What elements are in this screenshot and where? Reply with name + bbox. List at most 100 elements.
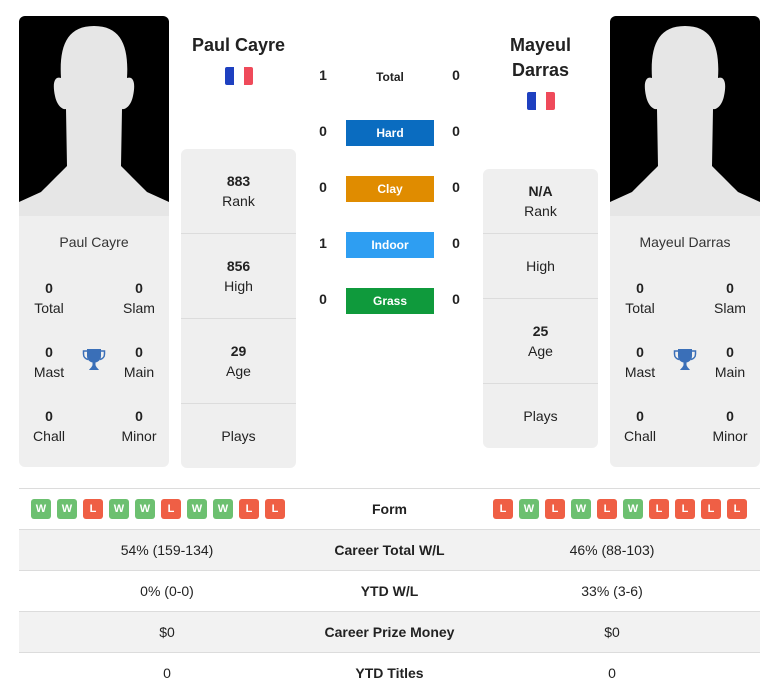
player2-card-name: Mayeul Darras [639,234,731,250]
form-win-badge[interactable]: W [623,499,643,519]
player2-card: Mayeul Darras 0 Total 0 Slam 0 Mast 0 Ma… [610,16,760,467]
titles-chall-value: 0 [636,408,644,424]
titles-mast-value: 0 [636,344,644,360]
player2-titles-mast: 0 Mast [610,342,670,382]
form-loss-badge[interactable]: L [597,499,617,519]
form-loss-badge[interactable]: L [727,499,747,519]
form-loss-badge[interactable]: L [493,499,513,519]
titles-mast-label: Mast [624,364,656,380]
surface-indoor-badge[interactable]: Indoor [346,232,434,258]
form-win-badge[interactable]: W [135,499,155,519]
player1-age: 29 Age [181,319,296,404]
ytd-wl-row: 0% (0-0) YTD W/L 33% (3-6) [19,570,760,611]
player1-name[interactable]: Paul Cayre [181,33,296,58]
player2-high: High [483,234,598,299]
titles-slam-value: 0 [135,280,143,296]
player1-rank: 883 Rank [181,149,296,234]
titles-mast-label: Mast [33,364,65,380]
form-win-badge[interactable]: W [571,499,591,519]
h2h-grass-p1: 0 [319,291,327,307]
form-win-badge[interactable]: W [187,499,207,519]
form-loss-badge[interactable]: L [675,499,695,519]
player1-photo [19,16,169,216]
france-flag-icon [527,92,555,110]
titles-main-label: Main [714,364,746,380]
titles-total-label: Total [34,300,64,316]
titles-minor-value: 0 [726,408,734,424]
player2-titles-slam: 0 Slam [700,278,760,318]
form-row: WWLWWLWWLL Form LWLWLWLLLL [19,488,760,529]
titles-chall-value: 0 [45,408,53,424]
player1-titles-chall: 0 Chall [19,406,79,446]
player1-titles-main: 0 Main [109,342,169,382]
player2-ytd-titles: 0 [608,665,616,681]
form-win-badge[interactable]: W [57,499,77,519]
player2-career-wl: 46% (88-103) [569,542,655,558]
player2-titles-main: 0 Main [700,342,760,382]
ytd-titles-row: 0 YTD Titles 0 [19,652,760,693]
player2-stats: N/A Rank High 25 Age Plays [483,169,598,448]
h2h-clay-p1: 0 [319,179,327,195]
h2h-total-p1: 1 [319,67,327,83]
surface-grass-badge[interactable]: Grass [346,288,434,314]
age-value: 25 [532,323,549,339]
player1-titles-minor: 0 Minor [109,406,169,446]
rank-value: 883 [226,173,251,189]
prize-money-label: Career Prize Money [324,624,455,640]
career-wl-label: Career Total W/L [334,542,445,558]
plays-label: Plays [523,408,558,424]
titles-slam-value: 0 [726,280,734,296]
form-loss-badge[interactable]: L [545,499,565,519]
player1-card: Paul Cayre 0 Total 0 Slam 0 Mast 0 Main … [19,16,169,467]
h2h-hard-p2: 0 [452,123,460,139]
titles-chall-label: Chall [624,428,656,444]
form-win-badge[interactable]: W [31,499,51,519]
form-win-badge[interactable]: W [213,499,233,519]
player2-age: 25 Age [483,299,598,384]
titles-chall-label: Chall [33,428,65,444]
rank-value: N/A [528,183,553,199]
trophy-icon [82,347,106,373]
player2-titles-minor: 0 Minor [700,406,760,446]
form-label: Form [372,501,407,517]
titles-minor-label: Minor [712,428,748,444]
player2-titles-total: 0 Total [610,278,670,318]
player1-ytd-titles: 0 [163,665,171,681]
h2h-indoor-p1: 1 [319,235,327,251]
player2-plays: Plays [483,384,598,448]
form-loss-badge[interactable]: L [649,499,669,519]
form-loss-badge[interactable]: L [265,499,285,519]
comparison-table: WWLWWLWWLL Form LWLWLWLLLL 54% (159-134)… [19,488,760,693]
form-loss-badge[interactable]: L [701,499,721,519]
form-win-badge[interactable]: W [109,499,129,519]
avatar-silhouette-icon [610,26,760,216]
player2-prize-money: $0 [604,624,620,640]
h2h-total-p2: 0 [452,67,460,83]
player2-name[interactable]: Mayeul Darras [483,33,598,83]
player1-form: WWLWWLWWLL [19,499,315,519]
plays-label: Plays [221,428,256,444]
prize-money-row: $0 Career Prize Money $0 [19,611,760,652]
titles-main-value: 0 [135,344,143,360]
player1-high: 856 High [181,234,296,319]
form-win-badge[interactable]: W [519,499,539,519]
form-loss-badge[interactable]: L [239,499,259,519]
surface-clay-badge[interactable]: Clay [346,176,434,202]
age-label: Age [528,343,553,359]
player1-card-name: Paul Cayre [59,234,129,250]
form-loss-badge[interactable]: L [83,499,103,519]
player1-plays: Plays [181,404,296,468]
rank-label: Rank [222,193,255,209]
form-loss-badge[interactable]: L [161,499,181,519]
player1-career-wl: 54% (159-134) [120,542,214,558]
player1-titles-slam: 0 Slam [109,278,169,318]
career-wl-row: 54% (159-134) Career Total W/L 46% (88-1… [19,529,760,570]
titles-total-label: Total [625,300,655,316]
titles-total-value: 0 [45,280,53,296]
titles-total-value: 0 [636,280,644,296]
h2h-hard-p1: 0 [319,123,327,139]
surface-hard-badge[interactable]: Hard [346,120,434,146]
player2-ytd-wl: 33% (3-6) [581,583,643,599]
player2-photo [610,16,760,216]
player1-stats: 883 Rank 856 High 29 Age Plays [181,149,296,468]
